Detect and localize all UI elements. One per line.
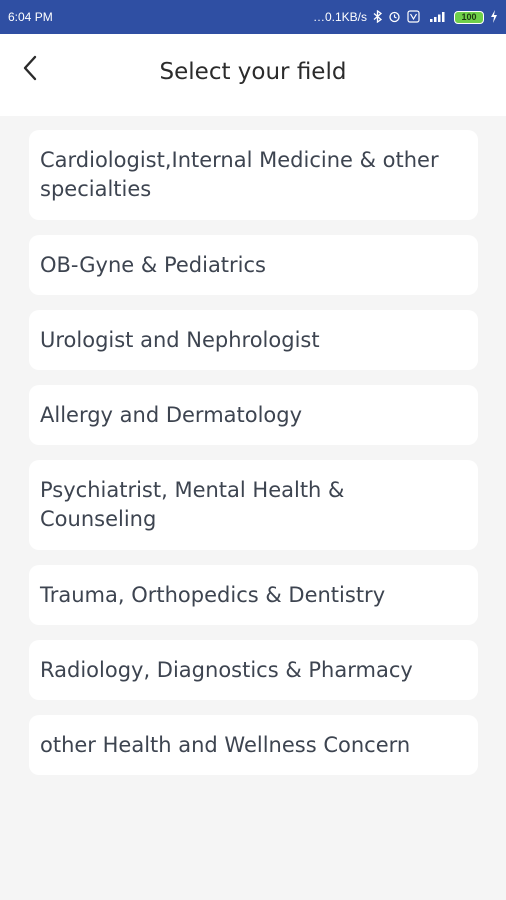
alarm-icon (388, 10, 401, 25)
charging-icon (490, 9, 498, 25)
header: Select your field (0, 34, 506, 116)
field-item-label: Urologist and Nephrologist (40, 327, 320, 352)
network-speed: …0.1KB/s (312, 10, 367, 24)
field-list: Cardiologist,Internal Medicine & other s… (29, 130, 478, 790)
field-item-ob-gyne[interactable]: OB-Gyne & Pediatrics (29, 235, 478, 295)
field-item-label: Allergy and Dermatology (40, 402, 303, 427)
bluetooth-icon (373, 9, 383, 25)
status-bar: 6:04 PM …0.1KB/s 100 (0, 0, 506, 34)
field-item-label: Cardiologist,Internal Medicine & other s… (40, 148, 439, 201)
field-item-label: Trauma, Orthopedics & Dentistry (40, 582, 386, 607)
signal-icon (426, 10, 448, 25)
field-item-label: other Health and Wellness Concern (40, 732, 411, 757)
field-item-label: OB-Gyne & Pediatrics (40, 252, 266, 277)
field-item-urology[interactable]: Urologist and Nephrologist (29, 310, 478, 370)
field-item-cardiology[interactable]: Cardiologist,Internal Medicine & other s… (29, 130, 478, 220)
status-time: 6:04 PM (8, 10, 53, 24)
field-item-allergy[interactable]: Allergy and Dermatology (29, 385, 478, 445)
status-icons: …0.1KB/s 100 (312, 9, 498, 25)
field-item-label: Radiology, Diagnostics & Pharmacy (40, 657, 413, 682)
field-item-other[interactable]: other Health and Wellness Concern (29, 715, 478, 775)
field-item-label: Psychiatrist, Mental Health & Counseling (40, 478, 345, 531)
battery-icon: 100 (454, 10, 484, 24)
field-item-radiology[interactable]: Radiology, Diagnostics & Pharmacy (29, 640, 478, 700)
page-title: Select your field (159, 59, 347, 85)
field-item-trauma[interactable]: Trauma, Orthopedics & Dentistry (29, 565, 478, 625)
field-item-psychiatry[interactable]: Psychiatrist, Mental Health & Counseling (29, 460, 478, 550)
vo-lte-icon (407, 9, 420, 25)
